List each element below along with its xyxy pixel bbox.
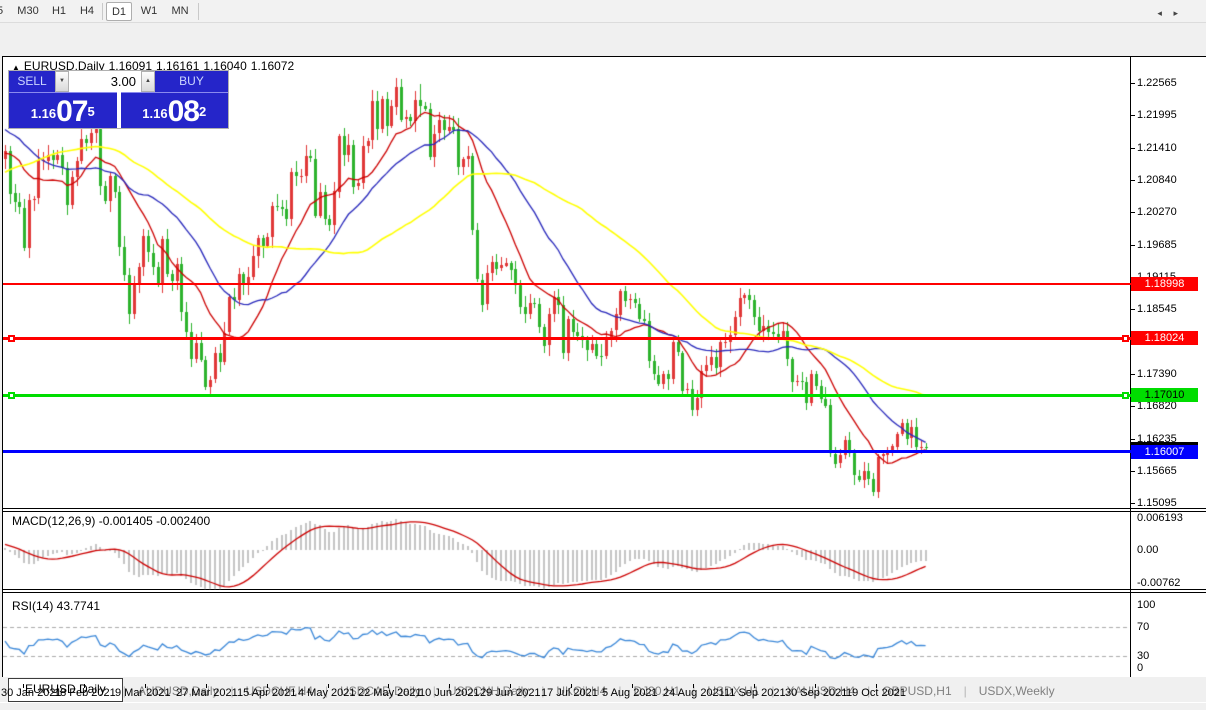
toolbar-separator xyxy=(198,3,199,20)
macd-axis-label: 0.006193 xyxy=(1137,512,1183,524)
date-axis-label: 9 Mar 2021 xyxy=(115,687,171,699)
sell-price-sup: 5 xyxy=(87,93,94,131)
price-axis-tick xyxy=(1131,374,1135,375)
price-axis-tick xyxy=(1131,115,1135,116)
date-axis-label: 5 Aug 2021 xyxy=(602,687,658,699)
terminal-window: 5M30H1H4D1W1MN ▲EURUSD,Daily1.160911.161… xyxy=(0,0,1206,710)
timeframe-button-h4[interactable]: H4 xyxy=(74,2,100,21)
timeframe-button-mn[interactable]: MN xyxy=(166,2,194,21)
date-axis-label: 30 Jan 2021 xyxy=(1,687,62,699)
price-axis-tick xyxy=(1131,309,1135,310)
timeframe-toolbar: 5M30H1H4 D1W1MN xyxy=(0,0,1206,23)
price-axis-tick xyxy=(1131,212,1135,213)
price-axis-tick xyxy=(1131,503,1135,504)
rsi-label: RSI(14) 43.7741 xyxy=(12,599,100,613)
chart-window: ▲EURUSD,Daily1.160911.161611.160401.1607… xyxy=(0,23,1206,677)
tab-scroll-buttons: ◂ ▸ xyxy=(1148,8,1178,19)
price-level-badge-1.16007: 1.16007 xyxy=(1131,445,1198,459)
level-drag-handle[interactable] xyxy=(8,392,15,399)
tab-scroll-right-icon[interactable]: ▸ xyxy=(1173,8,1178,18)
one-click-trade-panel: SELL ▼ ▲ BUY 1.16 07 5 1.16 08 2 xyxy=(8,70,229,129)
toolbar-separator xyxy=(102,3,103,20)
date-axis-label: 15 Apr 2021 xyxy=(237,687,296,699)
price-level-line-1.16007[interactable] xyxy=(3,450,1131,453)
level-drag-handle[interactable] xyxy=(1122,392,1129,399)
buy-price-prefix: 1.16 xyxy=(142,102,167,126)
price-axis-label: 1.15095 xyxy=(1137,497,1177,509)
rsi-axis-label: 70 xyxy=(1137,621,1149,633)
timeframe-button-w1[interactable]: W1 xyxy=(136,2,162,21)
buy-price-sup: 2 xyxy=(199,93,206,131)
price-axis-label: 1.15665 xyxy=(1137,465,1177,477)
price-level-line-1.17010[interactable] xyxy=(3,394,1131,397)
chart-tab-usdx-weekly[interactable]: USDX,Weekly xyxy=(967,681,1067,702)
status-bar xyxy=(0,702,1206,710)
macd-axis-label: 0.00 xyxy=(1137,544,1158,556)
price-level-line-1.18024[interactable] xyxy=(3,337,1131,340)
price-axis-label: 1.21995 xyxy=(1137,109,1177,121)
buy-button[interactable]: BUY xyxy=(155,71,228,92)
volume-input[interactable] xyxy=(69,71,141,92)
rsi-axis-label: 30 xyxy=(1137,650,1149,662)
buy-price-display[interactable]: 1.16 08 2 xyxy=(121,92,229,128)
price-level-line-1.18998[interactable] xyxy=(3,283,1131,285)
price-axis-label: 1.20270 xyxy=(1137,206,1177,218)
date-axis-label: 29 Jun 2021 xyxy=(480,687,541,699)
price-axis-tick xyxy=(1131,180,1135,181)
sell-price-display[interactable]: 1.16 07 5 xyxy=(9,92,117,128)
date-axis-label: 24 Aug 2021 xyxy=(663,687,725,699)
price-axis-tick xyxy=(1131,148,1135,149)
macd-label: MACD(12,26,9) -0.001405 -0.002400 xyxy=(12,514,210,528)
tab-scroll-left-icon[interactable]: ◂ xyxy=(1157,8,1162,18)
rsi-axis-label: 100 xyxy=(1137,599,1155,611)
price-axis-label: 1.19685 xyxy=(1137,239,1177,251)
price-axis-label: 1.17390 xyxy=(1137,368,1177,380)
price-axis-label: 1.20840 xyxy=(1137,174,1177,186)
date-axis-label: 11 Sep 2021 xyxy=(724,687,786,699)
buy-price-big: 08 xyxy=(168,98,199,126)
date-axis-label: 18 Feb 2021 xyxy=(54,687,116,699)
timeframe-button-d1[interactable]: D1 xyxy=(106,2,132,21)
timeframe-button-m30[interactable]: M30 xyxy=(12,2,44,21)
volume-decrease-button[interactable]: ▼ xyxy=(55,71,69,92)
chart-canvas[interactable] xyxy=(3,57,1130,680)
volume-increase-button[interactable]: ▲ xyxy=(141,71,155,92)
timeframe-button-h1[interactable]: H1 xyxy=(46,2,72,21)
date-axis-label: 30 Sep 2021 xyxy=(785,687,847,699)
price-axis-tick xyxy=(1131,439,1135,440)
timeframe-button-5[interactable]: 5 xyxy=(0,2,8,21)
level-drag-handle[interactable] xyxy=(1122,335,1129,342)
ohlc-close: 1.16072 xyxy=(251,59,294,73)
rsi-axis-label: 0 xyxy=(1137,662,1143,674)
price-axis-label: 1.21410 xyxy=(1137,142,1177,154)
date-axis-label: 27 Mar 2021 xyxy=(176,687,238,699)
price-axis-label: 1.18545 xyxy=(1137,303,1177,315)
price-axis-divider xyxy=(1130,57,1131,681)
price-axis-tick xyxy=(1131,406,1135,407)
date-axis-label: 22 May 2021 xyxy=(358,687,422,699)
price-axis-tick xyxy=(1131,471,1135,472)
date-axis-label: 17 Jul 2021 xyxy=(541,687,598,699)
date-axis-label: 10 Jun 2021 xyxy=(419,687,480,699)
date-axis-label: 19 Oct 2021 xyxy=(846,687,906,699)
price-level-badge-1.18024: 1.18024 xyxy=(1131,331,1198,345)
price-axis-tick xyxy=(1131,245,1135,246)
level-drag-handle[interactable] xyxy=(8,335,15,342)
sell-price-prefix: 1.16 xyxy=(31,102,56,126)
price-axis-tick xyxy=(1131,83,1135,84)
sell-price-big: 07 xyxy=(56,98,87,126)
sell-button[interactable]: SELL xyxy=(9,71,55,92)
date-axis-label: 4 May 2021 xyxy=(298,687,355,699)
macd-axis-label: -0.00762 xyxy=(1137,577,1180,589)
price-level-badge-1.17010: 1.17010 xyxy=(1131,388,1198,402)
price-axis-label: 1.22565 xyxy=(1137,77,1177,89)
price-level-badge-1.18998: 1.18998 xyxy=(1131,277,1198,291)
